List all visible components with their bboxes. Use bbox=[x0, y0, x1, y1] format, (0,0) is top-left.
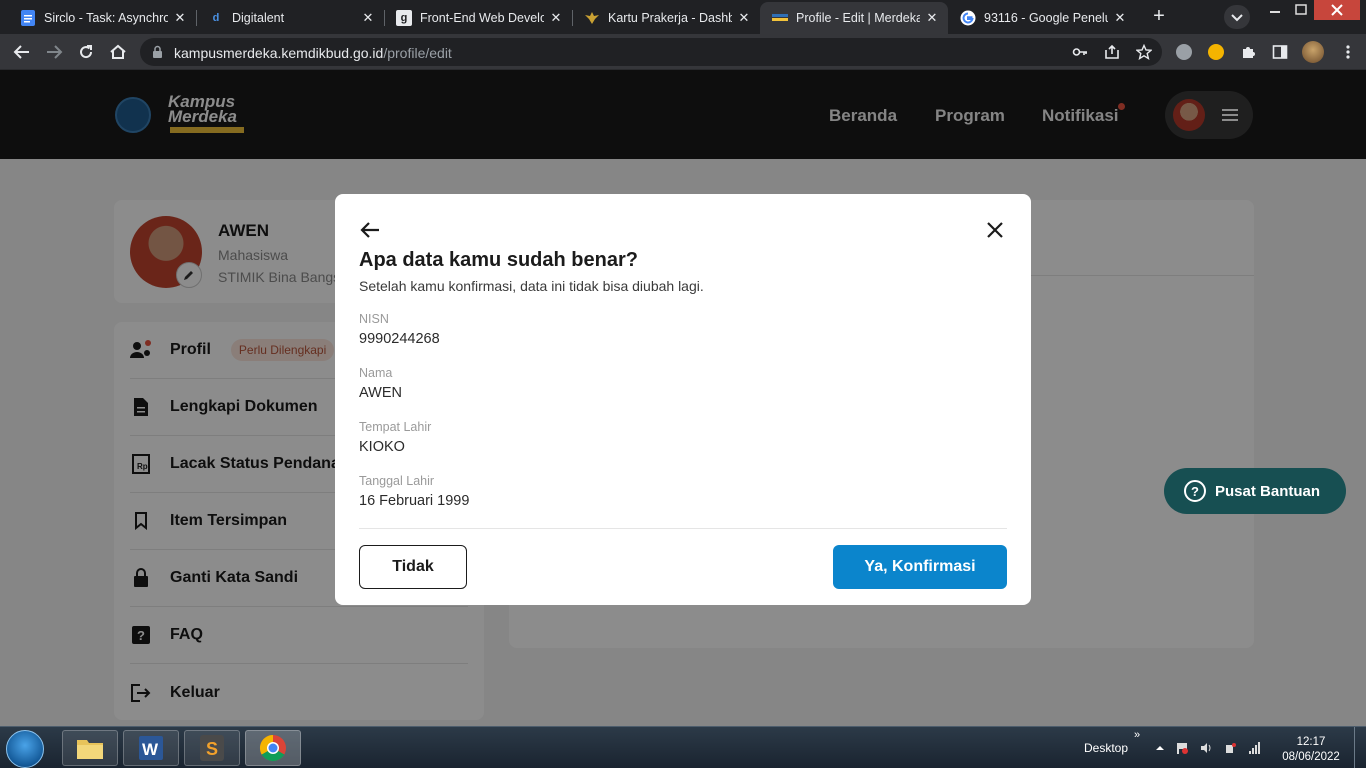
browser-tab-bar: Sirclo - Task: Asynchron ✕ d Digitalent … bbox=[0, 0, 1366, 34]
puzzle-icon[interactable] bbox=[1240, 44, 1256, 60]
tab-search-button[interactable] bbox=[1224, 5, 1250, 29]
home-button[interactable] bbox=[106, 40, 130, 64]
folder-icon bbox=[77, 740, 103, 759]
browser-tab-2[interactable]: d Digitalent ✕ bbox=[196, 2, 384, 34]
lock-icon bbox=[153, 45, 162, 58]
field-value-nama: AWEN bbox=[359, 385, 402, 401]
tab-title: Kartu Prakerja - Dashbo bbox=[608, 11, 732, 25]
cancel-button[interactable]: Tidak bbox=[359, 545, 467, 589]
power-icon[interactable] bbox=[1224, 742, 1236, 754]
close-window-button[interactable] bbox=[1314, 0, 1360, 20]
new-tab-button[interactable]: + bbox=[1147, 6, 1171, 28]
start-button[interactable] bbox=[6, 730, 44, 768]
star-icon[interactable] bbox=[1136, 44, 1152, 60]
close-tab-icon[interactable]: ✕ bbox=[172, 10, 188, 26]
tab-title: Digitalent bbox=[232, 11, 285, 25]
url-path: /profile/edit bbox=[383, 45, 452, 61]
arrow-left-icon[interactable] bbox=[359, 220, 381, 240]
google-icon bbox=[960, 10, 976, 26]
question-circle-icon: ? bbox=[1184, 480, 1206, 502]
browser-tab-6[interactable]: 93116 - Google Penelus ✕ bbox=[948, 2, 1136, 34]
field-label-tanggal-lahir: Tanggal Lahir bbox=[359, 474, 435, 488]
taskbar-word[interactable]: W bbox=[123, 730, 179, 766]
svg-text:W: W bbox=[142, 740, 159, 759]
arrow-left-icon bbox=[13, 45, 29, 59]
close-tab-icon[interactable]: ✕ bbox=[1112, 10, 1128, 26]
word-icon: W bbox=[139, 736, 163, 760]
show-desktop-button[interactable] bbox=[1354, 727, 1366, 768]
minimize-button[interactable] bbox=[1262, 0, 1288, 20]
field-label-tempat-lahir: Tempat Lahir bbox=[359, 420, 432, 434]
browser-tab-5-active[interactable]: Profile - Edit | Merdeka ✕ bbox=[760, 2, 948, 34]
tab-title: 93116 - Google Penelus bbox=[984, 11, 1108, 25]
forward-button[interactable] bbox=[42, 40, 66, 64]
garuda-icon bbox=[584, 10, 600, 26]
tab-title: Sirclo - Task: Asynchron bbox=[44, 11, 168, 25]
url-host: kampusmerdeka.kemdikbud.go.id bbox=[174, 45, 384, 61]
field-value-tempat-lahir: KIOKO bbox=[359, 439, 405, 455]
address-bar[interactable]: kampusmerdeka.kemdikbud.go.id/profile/ed… bbox=[140, 38, 1162, 66]
taskbar-sublime[interactable]: S bbox=[184, 730, 240, 766]
chevron-down-icon bbox=[1231, 14, 1243, 22]
tab-title: Profile - Edit | Merdeka bbox=[796, 11, 920, 25]
confirm-button[interactable]: Ya, Konfirmasi bbox=[833, 545, 1007, 589]
chevron-double-right-icon[interactable]: » bbox=[1134, 729, 1140, 741]
kebab-menu-icon[interactable] bbox=[1340, 44, 1356, 60]
browser-tab-4[interactable]: Kartu Prakerja - Dashbo ✕ bbox=[572, 2, 760, 34]
web-page: Kampus Merdeka Beranda Program Notifikas… bbox=[0, 70, 1366, 726]
close-icon[interactable] bbox=[985, 220, 1005, 240]
dicoding-icon: g bbox=[396, 10, 412, 26]
field-label-nisn: NISN bbox=[359, 312, 389, 326]
reload-button[interactable] bbox=[74, 40, 98, 64]
modal-title: Apa data kamu sudah benar? bbox=[359, 249, 638, 271]
url-text: kampusmerdeka.kemdikbud.go.id/profile/ed… bbox=[174, 45, 452, 61]
chrome-icon bbox=[259, 734, 286, 762]
digitalent-icon: d bbox=[212, 12, 220, 24]
close-tab-icon[interactable]: ✕ bbox=[924, 10, 940, 26]
modal-subtitle: Setelah kamu konfirmasi, data ini tidak … bbox=[359, 278, 704, 294]
kampus-merdeka-icon bbox=[772, 10, 788, 26]
system-clock[interactable]: 12:17 08/06/2022 bbox=[1280, 735, 1342, 765]
help-center-label: Pusat Bantuan bbox=[1215, 482, 1321, 500]
close-tab-icon[interactable]: ✕ bbox=[736, 10, 752, 26]
clock-date: 08/06/2022 bbox=[1282, 751, 1340, 763]
help-center-button[interactable]: ? Pusat Bantuan bbox=[1164, 468, 1346, 514]
taskbar-chrome[interactable] bbox=[245, 730, 301, 766]
maximize-button[interactable] bbox=[1288, 0, 1314, 20]
tray-expand-icon[interactable] bbox=[1154, 742, 1166, 754]
browser-toolbar: kampusmerdeka.kemdikbud.go.id/profile/ed… bbox=[0, 34, 1366, 70]
windows-taskbar: W S Desktop » 12:17 08/06/2022 bbox=[0, 726, 1366, 768]
close-tab-icon[interactable]: ✕ bbox=[360, 10, 376, 26]
share-icon[interactable] bbox=[1104, 44, 1120, 60]
taskbar-explorer[interactable] bbox=[62, 730, 118, 766]
volume-icon[interactable] bbox=[1200, 742, 1212, 754]
reload-icon bbox=[80, 45, 93, 59]
extension-icon[interactable] bbox=[1176, 44, 1192, 60]
confirm-data-modal: Apa data kamu sudah benar? Setelah kamu … bbox=[335, 194, 1031, 605]
divider bbox=[359, 528, 1007, 529]
key-icon[interactable] bbox=[1072, 44, 1088, 60]
desktop-toolbar-label[interactable]: Desktop bbox=[1084, 741, 1128, 755]
field-value-tanggal-lahir: 16 Februari 1999 bbox=[359, 493, 470, 509]
arrow-right-icon bbox=[47, 45, 63, 59]
browser-tab-3[interactable]: g Front-End Web Develop ✕ bbox=[384, 2, 572, 34]
extension-coin-icon[interactable] bbox=[1208, 44, 1224, 60]
clock-time: 12:17 bbox=[1296, 736, 1326, 748]
tab-title: Front-End Web Develop bbox=[420, 11, 544, 25]
close-tab-icon[interactable]: ✕ bbox=[548, 10, 564, 26]
action-center-flag-icon[interactable] bbox=[1176, 742, 1188, 754]
side-panel-icon[interactable] bbox=[1272, 44, 1288, 60]
field-label-nama: Nama bbox=[359, 366, 393, 380]
field-value-nisn: 9990244268 bbox=[359, 331, 440, 347]
sublime-text-icon: S bbox=[200, 735, 224, 761]
network-signal-icon[interactable] bbox=[1248, 742, 1260, 754]
back-button[interactable] bbox=[10, 40, 34, 64]
svg-text:S: S bbox=[206, 739, 218, 759]
home-icon bbox=[110, 44, 126, 59]
chrome-profile-avatar[interactable] bbox=[1302, 41, 1324, 63]
browser-tab-1[interactable]: Sirclo - Task: Asynchron ✕ bbox=[8, 2, 196, 34]
google-docs-icon bbox=[20, 10, 36, 26]
